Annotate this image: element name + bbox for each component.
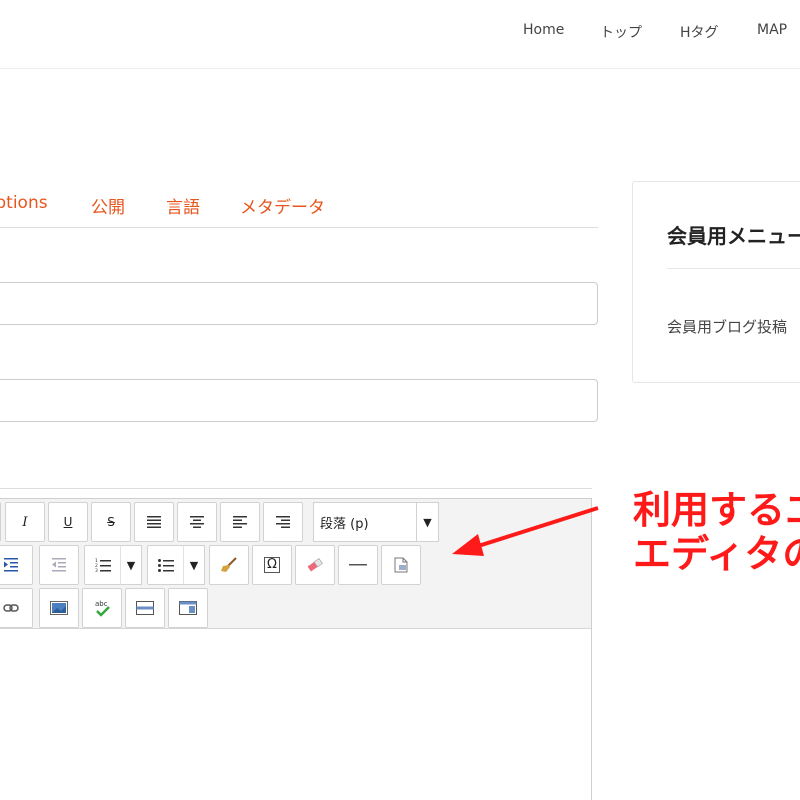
tab-options[interactable]: Options [0,193,48,213]
page-break-icon [136,601,154,615]
bullet-list-button[interactable] [147,545,185,585]
strikethrough-button[interactable]: S [91,502,131,542]
outdent-icon [52,558,66,572]
paste-word-button[interactable] [381,545,421,585]
spellcheck-icon: abc [95,600,110,617]
page-break-button[interactable] [125,588,165,628]
align-center-button[interactable] [177,502,217,542]
nav-home[interactable]: Home [523,22,564,38]
site-header: Home トップ Hタグ MAP [0,0,800,69]
member-menu-card: 会員用メニュー 会員用ブログ投稿 [632,181,800,383]
indent-button[interactable] [0,545,33,585]
spellcheck-button[interactable]: abc [82,588,122,628]
edit-tabs: Options 公開 言語 メタデータ [0,188,598,228]
format-select[interactable]: 段落 (p) ▼ [313,502,439,542]
member-blog-post-link[interactable]: 会員用ブログ投稿 [667,316,787,337]
special-character-button[interactable]: Ω [252,545,292,585]
horizontal-rule-icon [349,564,367,566]
read-more-icon [179,601,197,615]
tab-metadata[interactable]: メタデータ [240,193,325,218]
member-menu-divider [667,268,800,269]
clear-formatting-button[interactable] [209,545,249,585]
document-icon [394,557,408,573]
alias-input[interactable] [0,379,598,422]
align-right-icon [276,516,290,528]
eraser-icon [307,558,323,572]
editor-content-area[interactable] [0,630,591,800]
tab-language[interactable]: 言語 [166,193,200,218]
image-icon [50,601,68,615]
nav-top[interactable]: トップ [600,22,642,42]
nav-map[interactable]: MAP [757,22,787,38]
svg-text:3: 3 [95,568,98,572]
bold-button[interactable] [0,502,1,542]
align-justify-button[interactable] [134,502,174,542]
annotation-arrow-icon [452,506,599,556]
omega-icon: Ω [264,557,280,573]
bullet-list-icon [158,559,174,572]
chevron-down-icon: ▼ [189,558,199,572]
broom-icon [221,557,237,572]
link-button[interactable] [0,588,33,628]
align-left-button[interactable] [220,502,260,542]
title-input[interactable] [0,282,598,325]
annotation-line-2: エディタの [633,532,800,576]
chevron-down-icon: ▼ [416,503,438,541]
align-left-icon [233,516,247,528]
image-button[interactable] [39,588,79,628]
main-nav: Home トップ Hタグ MAP [0,22,800,46]
italic-icon: I [22,514,28,530]
bullet-list-dropdown[interactable]: ▼ [183,545,205,585]
indent-icon [4,558,18,572]
member-menu-title: 会員用メニュー [667,224,800,248]
ordered-list-button[interactable]: 123 [84,545,122,585]
underline-icon: U [63,515,73,529]
svg-text:abc: abc [95,600,108,608]
strikethrough-icon: S [107,515,115,529]
align-right-button[interactable] [263,502,303,542]
align-center-icon [190,516,204,528]
section-divider [0,488,592,489]
nav-h-tag[interactable]: Hタグ [680,22,719,42]
chevron-down-icon: ▼ [126,558,136,572]
annotation-text: 利用するエ エディタの [633,488,800,576]
ordered-list-icon: 123 [95,558,111,572]
align-justify-icon [147,516,161,528]
italic-button[interactable]: I [5,502,45,542]
horizontal-rule-button[interactable] [338,545,378,585]
link-icon [3,604,19,612]
tab-publishing[interactable]: 公開 [91,193,125,218]
read-more-button[interactable] [168,588,208,628]
ordered-list-dropdown[interactable]: ▼ [120,545,142,585]
eraser-button[interactable] [295,545,335,585]
format-select-label: 段落 (p) [320,516,369,532]
underline-button[interactable]: U [48,502,88,542]
annotation-line-1: 利用するエ [633,488,800,532]
outdent-button[interactable] [39,545,79,585]
